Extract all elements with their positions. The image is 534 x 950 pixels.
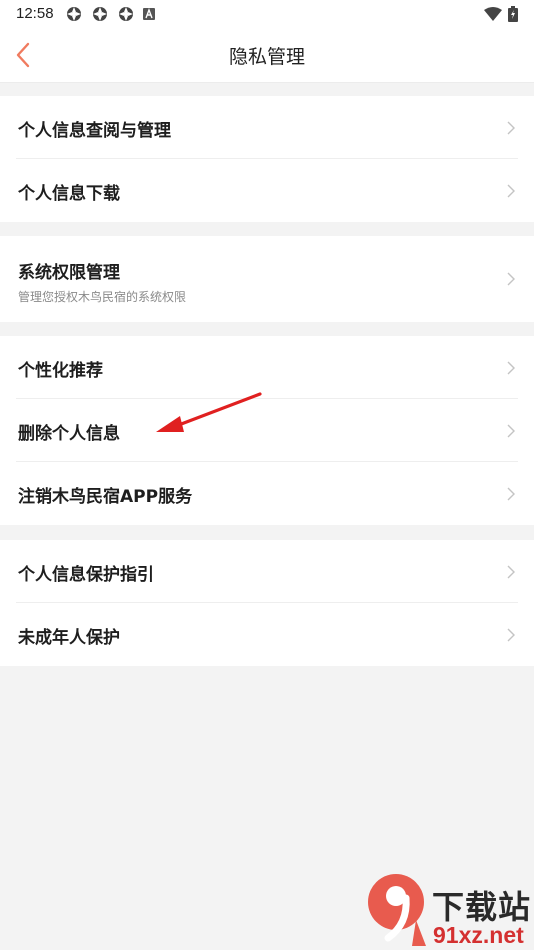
status-time: 12:58 — [16, 5, 54, 22]
menu-item-label: 系统权限管理 — [18, 263, 120, 283]
app-notification-icon — [93, 7, 107, 21]
menu-item-label: 删除个人信息 — [18, 424, 120, 444]
menu-item-personal-info-download[interactable]: 个人信息下载 — [0, 159, 534, 222]
menu-item-cancel-app-service[interactable]: 注销木鸟民宿APP服务 — [0, 462, 534, 525]
chevron-right-icon — [507, 565, 515, 579]
menu-item-system-permissions[interactable]: 系统权限管理 管理您授权木鸟民宿的系统权限 — [0, 236, 534, 322]
menu-item-subtitle: 管理您授权木鸟民宿的系统权限 — [18, 290, 187, 304]
settings-group-protection: 个人信息保护指引 未成年人保护 — [0, 540, 534, 666]
menu-item-label: 个人信息下载 — [18, 184, 120, 204]
chevron-right-icon — [507, 424, 515, 438]
status-bar: 12:58 — [0, 0, 534, 28]
menu-item-personal-info-view[interactable]: 个人信息查阅与管理 — [0, 96, 534, 159]
chevron-right-icon — [507, 121, 515, 135]
chevron-right-icon — [507, 272, 515, 286]
chevron-right-icon — [507, 184, 515, 198]
page-title: 隐私管理 — [228, 46, 305, 68]
menu-item-label: 个人信息查阅与管理 — [18, 121, 171, 141]
menu-item-label: 个性化推荐 — [18, 361, 103, 381]
chevron-right-icon — [507, 628, 515, 642]
menu-item-privacy-guide[interactable]: 个人信息保护指引 — [0, 540, 534, 603]
settings-group-info: 个人信息查阅与管理 个人信息下载 — [0, 96, 534, 222]
menu-item-label: 个人信息保护指引 — [18, 565, 154, 585]
wifi-icon — [484, 7, 502, 21]
menu-item-label: 注销木鸟民宿APP服务 — [18, 487, 193, 507]
app-notification-icon — [119, 7, 133, 21]
chevron-right-icon — [507, 361, 515, 375]
keyboard-a-icon — [143, 8, 155, 20]
menu-item-label: 未成年人保护 — [18, 628, 120, 648]
app-notification-icon — [67, 7, 81, 21]
chevron-right-icon — [507, 487, 515, 501]
watermark-url: 91xz.net — [433, 922, 524, 948]
annotation-arrow-icon — [156, 392, 262, 432]
nav-bar: 隐私管理 — [0, 28, 534, 83]
settings-group-permissions: 系统权限管理 管理您授权木鸟民宿的系统权限 — [0, 236, 534, 322]
battery-charging-icon — [508, 6, 518, 22]
menu-item-minor-protection[interactable]: 未成年人保护 — [0, 603, 534, 666]
